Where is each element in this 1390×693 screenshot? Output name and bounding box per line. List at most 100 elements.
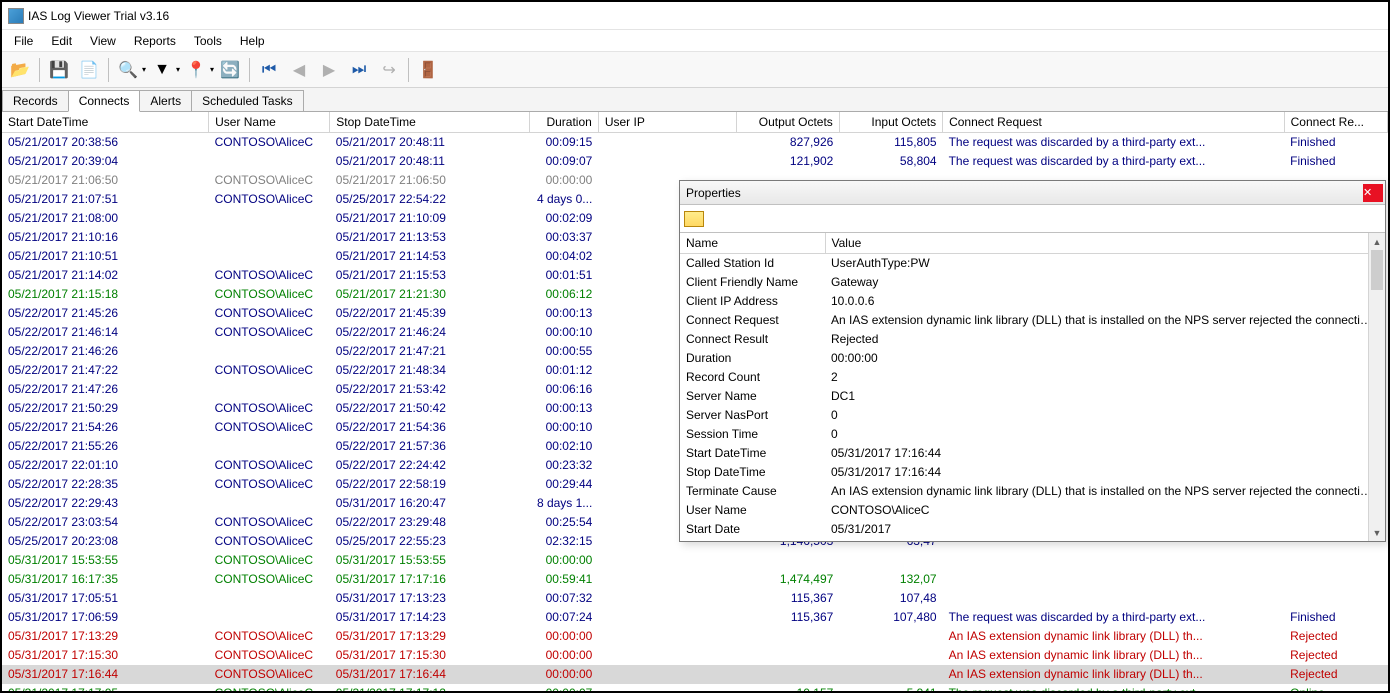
table-row[interactable]: 05/31/2017 17:16:44CONTOSO\AliceC05/31/2… (2, 665, 1388, 684)
cell: 05/21/2017 21:21:30 (330, 285, 530, 304)
prev-button[interactable]: ◀ (285, 56, 313, 84)
scroll-up-arrow[interactable]: ▲ (1369, 233, 1385, 250)
cell: 05/21/2017 21:07:51 (2, 190, 209, 209)
cell: 05/21/2017 21:14:53 (330, 247, 530, 266)
property-row[interactable]: Connect ResultRejected (680, 330, 1385, 349)
property-row[interactable]: Start Date05/31/2017 (680, 520, 1385, 539)
property-row[interactable]: Called Station IdUserAuthType:PW (680, 254, 1385, 274)
cell: 05/31/2017 17:17:16 (330, 570, 530, 589)
col-connres[interactable]: Connect Re... (1284, 112, 1387, 133)
last-button[interactable]: ⏭ (345, 56, 373, 84)
table-row[interactable]: 05/31/2017 17:06:5905/31/2017 17:14:2300… (2, 608, 1388, 627)
save-button[interactable]: 💾 (45, 56, 73, 84)
property-row[interactable]: Session Time0 (680, 425, 1385, 444)
first-button[interactable]: ⏮ (255, 56, 283, 84)
cell (209, 494, 330, 513)
marker-button[interactable]: 📍 (182, 56, 210, 84)
col-inoct[interactable]: Input Octets (839, 112, 942, 133)
table-row[interactable]: 05/31/2017 15:53:55CONTOSO\AliceC05/31/2… (2, 551, 1388, 570)
next-button[interactable]: ▶ (315, 56, 343, 84)
cell: The request was discarded by a third-par… (943, 152, 1285, 171)
property-row[interactable]: Terminate CauseAn IAS extension dynamic … (680, 482, 1385, 501)
property-row[interactable]: Client Friendly NameGateway (680, 273, 1385, 292)
cell (209, 589, 330, 608)
table-row[interactable]: 05/21/2017 20:38:56CONTOSO\AliceC05/21/2… (2, 133, 1388, 153)
cell: CONTOSO\AliceC (209, 418, 330, 437)
menu-edit[interactable]: Edit (43, 32, 80, 50)
cell: CONTOSO\AliceC (209, 171, 330, 190)
prop-name: Client Friendly Name (680, 273, 825, 292)
menu-view[interactable]: View (82, 32, 124, 50)
prop-value: 05/31/2017 17:16:44 (825, 463, 1385, 482)
property-row[interactable]: Duration00:00:00 (680, 349, 1385, 368)
col-outoct[interactable]: Output Octets (736, 112, 839, 133)
cell: 05/22/2017 22:28:35 (2, 475, 209, 494)
property-row[interactable]: User NameCONTOSO\AliceC (680, 501, 1385, 520)
exit-button[interactable]: 🚪 (414, 56, 442, 84)
cell (209, 608, 330, 627)
col-connreq[interactable]: Connect Request (943, 112, 1285, 133)
cell: 05/22/2017 22:24:42 (330, 456, 530, 475)
col-prop-name[interactable]: Name (680, 233, 825, 254)
table-row[interactable]: 05/31/2017 17:17:05CONTOSO\AliceC05/31/2… (2, 684, 1388, 691)
table-row[interactable]: 05/31/2017 16:17:35CONTOSO\AliceC05/31/2… (2, 570, 1388, 589)
scroll-down-arrow[interactable]: ▼ (1369, 524, 1385, 541)
property-row[interactable]: Start DateTime05/31/2017 17:16:44 (680, 444, 1385, 463)
redo-button[interactable]: ↪ (375, 56, 403, 84)
tab-connects[interactable]: Connects (68, 90, 141, 112)
chevron-down-icon[interactable]: ▾ (176, 65, 180, 74)
property-row[interactable]: Server NasPort0 (680, 406, 1385, 425)
prev-icon: ◀ (293, 60, 305, 80)
cell: An IAS extension dynamic link library (D… (943, 627, 1285, 646)
col-duration[interactable]: Duration (529, 112, 598, 133)
table-row[interactable]: 05/31/2017 17:05:5105/31/2017 17:13:2300… (2, 589, 1388, 608)
prop-value: An IAS extension dynamic link library (D… (825, 482, 1385, 501)
cell (598, 152, 736, 171)
cell: 05/31/2017 17:13:23 (330, 589, 530, 608)
col-userip[interactable]: User IP (598, 112, 736, 133)
menu-file[interactable]: File (6, 32, 41, 50)
property-row[interactable]: Connect RequestAn IAS extension dynamic … (680, 311, 1385, 330)
properties-toolbar (680, 205, 1385, 233)
col-startdt[interactable]: Start DateTime (2, 112, 209, 133)
chevron-down-icon[interactable]: ▾ (210, 65, 214, 74)
properties-scrollbar[interactable]: ▲ ▼ (1368, 233, 1385, 541)
report-button[interactable]: 📄 (75, 56, 103, 84)
cell: 05/22/2017 22:01:10 (2, 456, 209, 475)
cell: 00:00:55 (529, 342, 598, 361)
filter-button[interactable]: ▼ (148, 56, 176, 84)
col-prop-value[interactable]: Value (825, 233, 1385, 254)
property-row[interactable]: Client IP Address10.0.0.6 (680, 292, 1385, 311)
tab-records[interactable]: Records (2, 90, 69, 111)
property-row[interactable]: Server NameDC1 (680, 387, 1385, 406)
refresh-button[interactable]: 🔄 (216, 56, 244, 84)
cell: 05/22/2017 22:29:43 (2, 494, 209, 513)
col-stopdt[interactable]: Stop DateTime (330, 112, 530, 133)
table-row[interactable]: 05/31/2017 17:15:30CONTOSO\AliceC05/31/2… (2, 646, 1388, 665)
scroll-thumb[interactable] (1371, 250, 1383, 290)
open-button[interactable]: 📂 (6, 56, 34, 84)
property-row[interactable]: Record Count2 (680, 368, 1385, 387)
menu-reports[interactable]: Reports (126, 32, 184, 50)
menu-help[interactable]: Help (232, 32, 273, 50)
col-username[interactable]: User Name (209, 112, 330, 133)
properties-titlebar[interactable]: Properties ✕ (680, 181, 1385, 205)
card-icon[interactable] (684, 211, 704, 227)
tab-scheduled[interactable]: Scheduled Tasks (191, 90, 304, 111)
cell: CONTOSO\AliceC (209, 133, 330, 153)
tab-alerts[interactable]: Alerts (139, 90, 192, 111)
table-row[interactable]: 05/31/2017 17:13:29CONTOSO\AliceC05/31/2… (2, 627, 1388, 646)
property-row[interactable]: Start Time17:16:44 (680, 539, 1385, 541)
cell (839, 627, 942, 646)
prop-name: Start DateTime (680, 444, 825, 463)
close-button[interactable]: ✕ (1363, 184, 1383, 202)
chevron-down-icon[interactable]: ▾ (142, 65, 146, 74)
pin-icon: 📍 (186, 60, 206, 80)
cell: 05/21/2017 21:06:50 (330, 171, 530, 190)
table-row[interactable]: 05/21/2017 20:39:0405/21/2017 20:48:1100… (2, 152, 1388, 171)
property-row[interactable]: Stop DateTime05/31/2017 17:16:44 (680, 463, 1385, 482)
cell: 05/25/2017 20:23:08 (2, 532, 209, 551)
find-button[interactable]: 🔍 (114, 56, 142, 84)
cell: 05/21/2017 21:14:02 (2, 266, 209, 285)
menu-tools[interactable]: Tools (186, 32, 230, 50)
